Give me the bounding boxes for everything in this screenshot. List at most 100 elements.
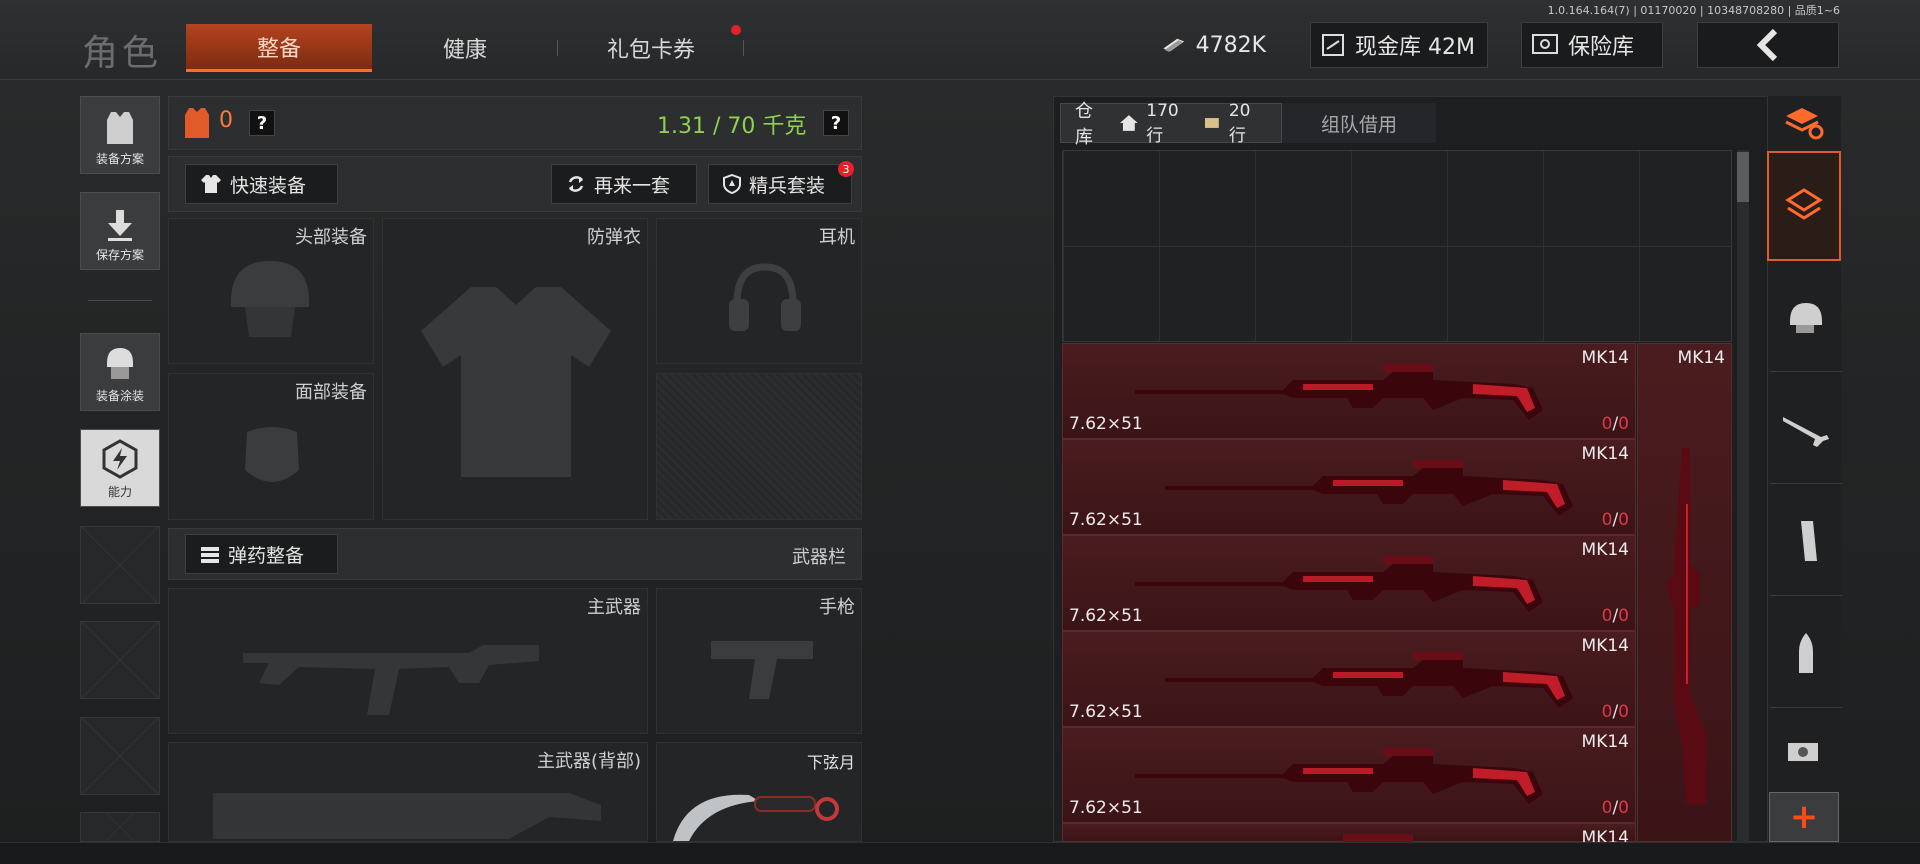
helmet-icon bbox=[107, 348, 133, 379]
category-helmets[interactable] bbox=[1770, 262, 1842, 372]
empty-rail-slot bbox=[80, 621, 160, 699]
helmet-icon bbox=[1790, 302, 1822, 333]
melee-slot[interactable]: 下弦月 bbox=[656, 742, 862, 842]
inventory-item[interactable]: MK14 bbox=[1062, 823, 1636, 848]
tab-label: 整备 bbox=[256, 36, 301, 62]
item-count-current: 0 bbox=[1601, 510, 1613, 530]
weapon-bar-label: 武器栏 bbox=[792, 547, 846, 568]
headset-slot[interactable]: 耳机 bbox=[656, 218, 862, 364]
loadout-plans-button[interactable]: 装备方案 bbox=[80, 96, 160, 174]
armor-count: 0 bbox=[219, 108, 233, 133]
mk14-rifle-icon bbox=[1165, 652, 1573, 708]
ticket-icon bbox=[1205, 118, 1219, 128]
tab-divider bbox=[743, 40, 744, 56]
save-plan-button[interactable]: 保存方案 bbox=[80, 192, 160, 270]
inventory-item[interactable]: MK14 bbox=[1637, 343, 1732, 842]
primary-back-slot[interactable]: 主武器(背部) bbox=[168, 742, 648, 842]
elite-set-button[interactable]: 精兵套装 bbox=[708, 164, 852, 204]
button-label: 弹药整备 bbox=[228, 544, 305, 567]
item-count-total: 0 bbox=[1618, 702, 1629, 722]
mk14-rifle-icon bbox=[1135, 556, 1543, 612]
item-count-total: 0 bbox=[1618, 510, 1629, 530]
tab-health[interactable]: 健康 bbox=[372, 24, 558, 72]
cash-vault-label: 现金库 42M bbox=[1355, 35, 1475, 60]
item-caliber: 7.62×51 bbox=[1069, 606, 1143, 626]
inventory-item[interactable]: MK14 7.62×51 0/0 bbox=[1062, 727, 1636, 823]
cash-vault-button[interactable]: 现金库 42M bbox=[1310, 22, 1488, 68]
back-button[interactable] bbox=[1697, 22, 1839, 68]
empty-rail-slot bbox=[80, 717, 160, 795]
empty-rail-slot bbox=[80, 526, 160, 604]
scrollbar-thumb[interactable] bbox=[1737, 152, 1749, 202]
tab-warehouse[interactable]: 仓库 170行 20行 bbox=[1060, 100, 1282, 148]
tab-team-borrow[interactable]: 组队借用 bbox=[1282, 103, 1436, 143]
slot-label: 手枪 bbox=[819, 597, 855, 618]
slot-label: 防弹衣 bbox=[587, 227, 641, 248]
item-count-current: 0 bbox=[1601, 798, 1613, 818]
locked-slot bbox=[656, 373, 862, 520]
item-name: MK14 bbox=[1581, 444, 1629, 464]
tab-gift-coupons[interactable]: 礼包卡券 bbox=[558, 24, 744, 72]
rail-label: 能力 bbox=[107, 485, 132, 499]
rail-label: 装备涂装 bbox=[95, 389, 144, 403]
help-icon[interactable]: ? bbox=[249, 110, 275, 136]
page-title: 角色 bbox=[82, 33, 163, 74]
add-button[interactable]: + bbox=[1769, 792, 1839, 842]
shield-icon bbox=[723, 174, 741, 194]
item-caliber: 7.62×51 bbox=[1069, 510, 1143, 530]
rifle-icon bbox=[1783, 416, 1829, 447]
primary-weapon-slot[interactable]: 主武器 bbox=[168, 588, 648, 734]
rifle-silhouette-icon bbox=[213, 793, 601, 839]
slot-label: 耳机 bbox=[819, 227, 855, 248]
download-icon bbox=[108, 210, 132, 241]
help-icon[interactable]: ? bbox=[823, 110, 849, 136]
stack-sort-icon bbox=[1785, 108, 1824, 140]
tab-label: 健康 bbox=[442, 38, 487, 63]
safe-icon bbox=[1532, 34, 1558, 54]
item-name: MK14 bbox=[1581, 636, 1629, 656]
karambit-knife-icon bbox=[673, 794, 839, 841]
rail-label: 保存方案 bbox=[95, 248, 144, 262]
category-attachments[interactable] bbox=[1767, 710, 1841, 790]
rows-count: 170行 bbox=[1146, 100, 1179, 146]
mask-silhouette-icon bbox=[245, 427, 299, 482]
notification-badge: 3 bbox=[838, 161, 854, 177]
item-name: MK14 bbox=[1581, 732, 1629, 752]
sort-stack-button[interactable] bbox=[1767, 96, 1841, 150]
currency-value: 4782K bbox=[1195, 32, 1266, 58]
item-count-total: 0 bbox=[1618, 798, 1629, 818]
scrollbar-track[interactable] bbox=[1737, 150, 1749, 842]
ammo-icon bbox=[201, 547, 219, 563]
vest-slot[interactable]: 防弹衣 bbox=[382, 218, 648, 520]
back-arrow-icon bbox=[1756, 28, 1778, 62]
rail-label: 装备方案 bbox=[95, 152, 144, 166]
head-slot[interactable]: 头部装备 bbox=[168, 218, 374, 364]
vest-icon bbox=[107, 112, 133, 144]
refresh-icon bbox=[568, 176, 584, 192]
equipment-skin-button[interactable]: 装备涂装 bbox=[80, 333, 160, 411]
category-ammo[interactable] bbox=[1770, 598, 1842, 708]
slot-label: 面部装备 bbox=[295, 382, 367, 403]
reroll-button[interactable]: 再来一套 bbox=[551, 164, 697, 204]
safe-button[interactable]: 保险库 bbox=[1521, 22, 1663, 68]
ammo-prep-button[interactable]: 弹药整备 bbox=[185, 534, 338, 574]
inventory-item[interactable]: MK14 7.62×51 0/0 bbox=[1062, 439, 1636, 535]
inventory-item[interactable]: MK14 7.62×51 0/0 bbox=[1062, 535, 1636, 631]
vault-icon bbox=[1322, 34, 1344, 56]
inventory-item[interactable]: MK14 7.62×51 0/0 bbox=[1062, 631, 1636, 727]
category-magazines[interactable] bbox=[1770, 486, 1842, 596]
category-rifles[interactable] bbox=[1770, 374, 1842, 484]
inventory-item[interactable]: MK14 7.62×51 0/0 bbox=[1062, 343, 1636, 439]
inventory-grid-empty bbox=[1062, 150, 1732, 342]
face-slot[interactable]: 面部装备 bbox=[168, 373, 374, 520]
ability-button[interactable]: 能力 bbox=[80, 429, 160, 507]
item-name: MK14 bbox=[1581, 540, 1629, 560]
quick-equip-button[interactable]: 快速装备 bbox=[185, 164, 338, 204]
shirt-icon bbox=[201, 175, 221, 193]
game-screen: { "header": { "title": "角色", "tabs": [ {… bbox=[0, 0, 1920, 864]
category-all[interactable] bbox=[1767, 151, 1841, 261]
tab-loadout[interactable]: 整备 bbox=[186, 24, 372, 72]
cash-icon bbox=[1163, 38, 1185, 52]
button-label: 精兵套装 bbox=[749, 174, 826, 197]
pistol-slot[interactable]: 手枪 bbox=[656, 588, 862, 734]
